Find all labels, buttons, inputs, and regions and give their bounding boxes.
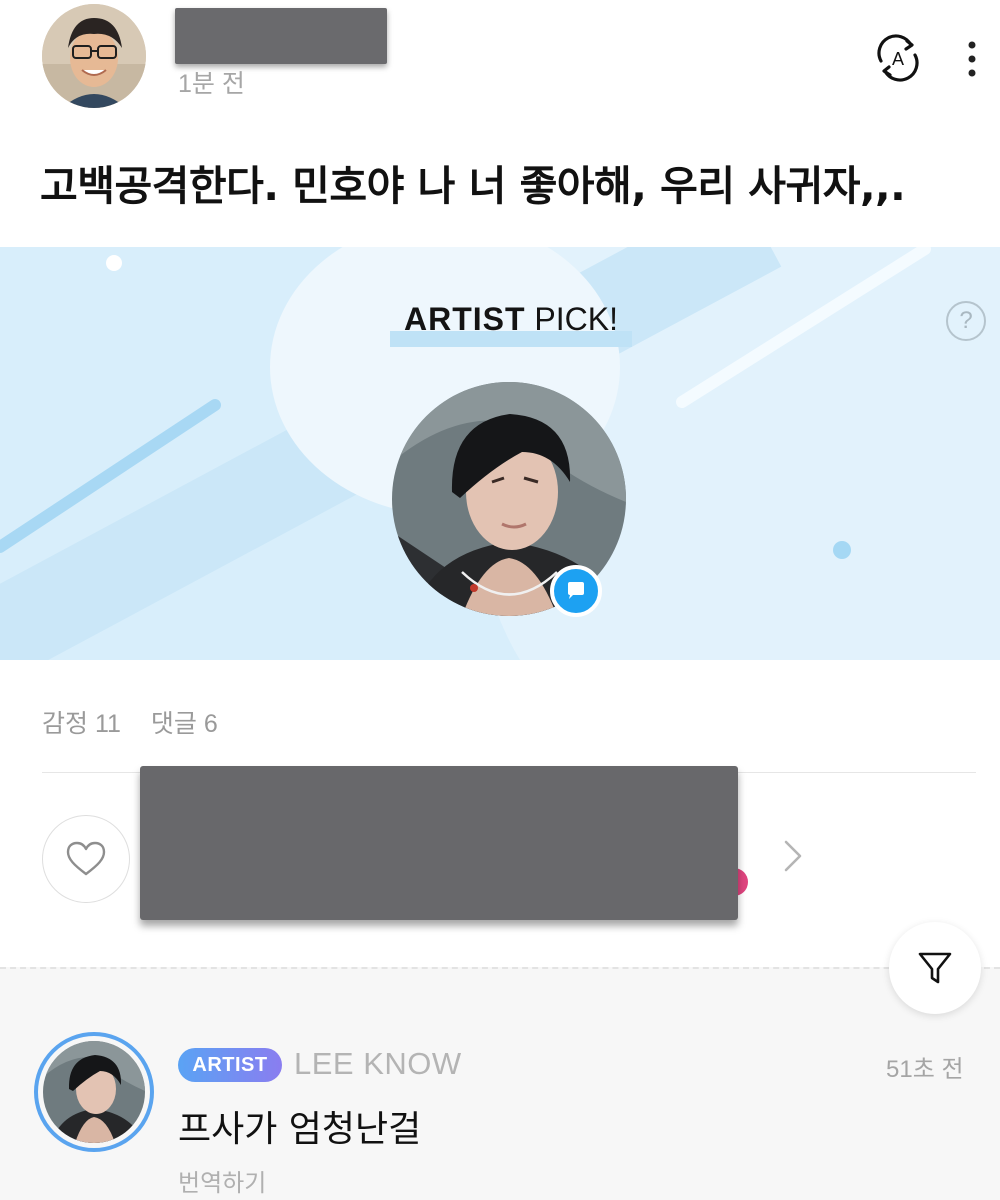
comment-time: 51초 전 [886, 1056, 964, 1083]
post-stats: 감정 11 댓글 6 [42, 704, 248, 740]
comment-author-avatar-image [43, 1041, 145, 1143]
post-time: 1분 전 [178, 70, 245, 98]
artist-pick-banner: ARTIST PICK! ? [0, 247, 1000, 660]
user-avatar-image [42, 4, 146, 108]
comment-count[interactable]: 댓글 6 [151, 710, 218, 738]
emotion-count[interactable]: 감정 11 [42, 710, 121, 738]
filter-button[interactable] [889, 922, 981, 1014]
artist-pick-title-rest: PICK! [525, 301, 618, 337]
svg-text:A: A [892, 49, 904, 69]
user-avatar[interactable] [42, 4, 146, 108]
more-options-button[interactable] [952, 34, 992, 84]
artist-pick-title: ARTIST PICK! [390, 301, 632, 347]
question-circle-icon[interactable]: ? [946, 301, 986, 341]
comment-author-avatar[interactable] [34, 1032, 154, 1152]
redacted-username [175, 8, 387, 64]
comment-badge[interactable] [550, 565, 602, 617]
translate-button[interactable]: A [870, 30, 926, 86]
artist-pick-title-bold: ARTIST [403, 301, 526, 337]
speech-bubble-icon [568, 582, 584, 599]
redacted-reactions [140, 766, 738, 920]
more-vertical-icon [968, 41, 976, 77]
comment-author-name[interactable]: LEE KNOW [294, 1046, 462, 1082]
artist-badge: ARTIST [178, 1048, 282, 1082]
translate-link[interactable]: 번역하기 [178, 1163, 266, 1198]
reactions-more-button[interactable] [780, 836, 810, 876]
comment-text: 프사가 엄청난걸 [178, 1109, 422, 1150]
post-text: 고백공격한다. 민호야 나 너 좋아해, 우리 사귀자,,. [40, 162, 906, 210]
filter-funnel-icon [918, 952, 952, 984]
heart-outline-icon [66, 841, 106, 876]
chevron-right-icon [784, 840, 802, 872]
like-button[interactable] [42, 815, 130, 903]
translate-a-icon: A [877, 34, 919, 82]
